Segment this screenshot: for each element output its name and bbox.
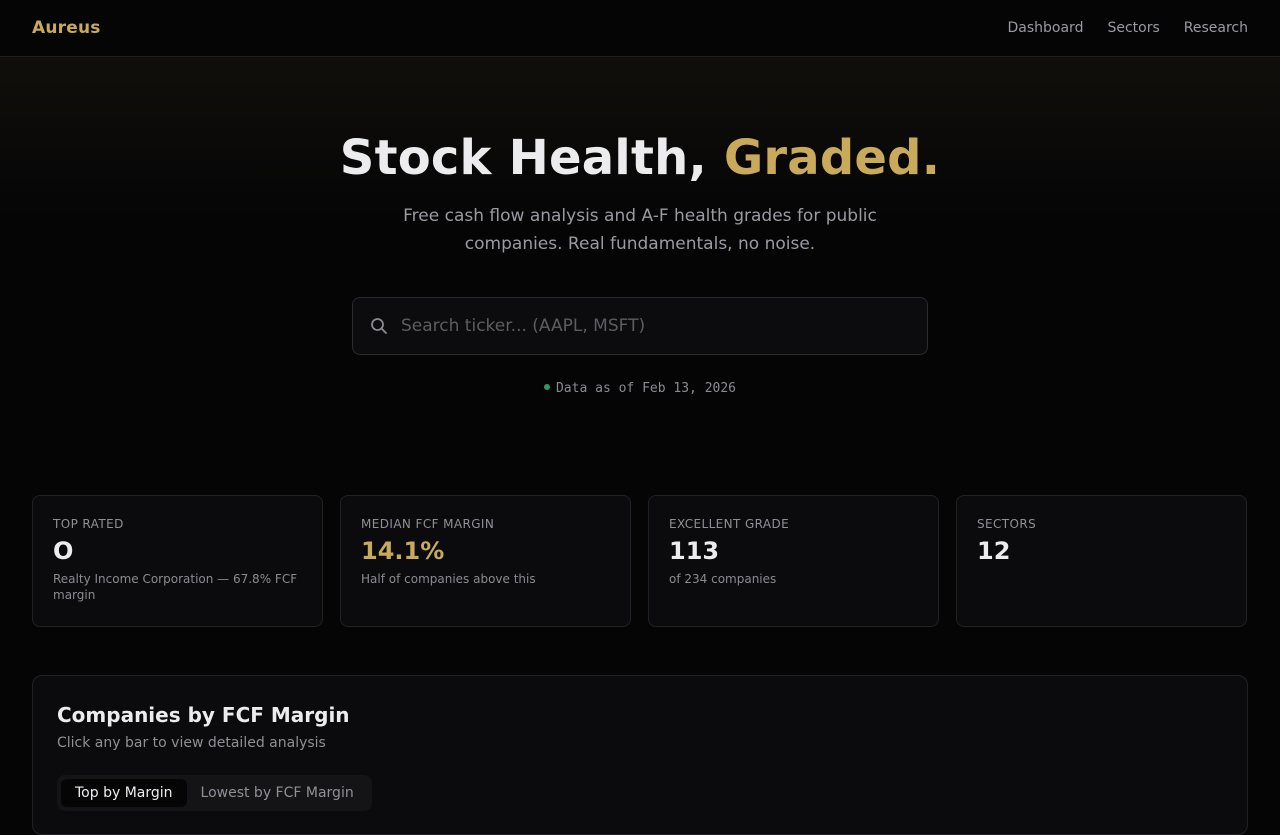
stat-label: EXCELLENT GRADE <box>669 517 790 531</box>
chart-subtitle: Click any bar to view detailed analysis <box>57 735 326 751</box>
search-icon <box>369 316 389 336</box>
hero-title-main: Stock Health, <box>339 130 724 186</box>
tab-top-by-margin[interactable]: Top by Margin <box>61 779 187 807</box>
stat-note: Realty Income Corporation — 67.8% FCF ma… <box>53 572 298 602</box>
stat-value: 12 <box>977 537 1011 565</box>
stat-card-excellent-grade: EXCELLENT GRADE 113 of 234 companies <box>648 495 939 627</box>
stat-card-sectors: SECTORS 12 <box>956 495 1247 627</box>
nav-link-dashboard[interactable]: Dashboard <box>1008 20 1084 36</box>
stat-card-median-fcf-margin: MEDIAN FCF MARGIN 14.1% Half of companie… <box>340 495 631 627</box>
hero-title: Stock Health, Graded. <box>0 130 1280 186</box>
data-as-of-text: Data as of Feb 13, 2026 <box>555 381 736 396</box>
stat-label: SECTORS <box>977 517 1037 531</box>
stat-note: of 234 companies <box>669 572 777 586</box>
ticker-search-box[interactable] <box>352 297 928 355</box>
stat-value: 113 <box>669 537 720 565</box>
chart-tabs: Top by Margin Lowest by FCF Margin <box>57 775 372 811</box>
data-freshness: Data as of Feb 13, 2026 <box>0 381 1280 396</box>
main-nav: Dashboard Sectors Research <box>1008 20 1249 36</box>
stat-value: O <box>53 537 74 565</box>
stat-label: TOP RATED <box>53 517 124 531</box>
ticker-search-input[interactable] <box>401 316 927 336</box>
status-dot-icon <box>543 383 550 390</box>
stat-value: 14.1% <box>361 537 445 565</box>
nav-link-research[interactable]: Research <box>1184 20 1248 36</box>
top-nav-bar: Aureus Dashboard Sectors Research <box>0 0 1280 57</box>
brand-logo[interactable]: Aureus <box>32 18 101 38</box>
stat-card-top-rated[interactable]: TOP RATED O Realty Income Corporation — … <box>32 495 323 627</box>
chart-title: Companies by FCF Margin <box>57 703 350 727</box>
hero-title-accent: Graded. <box>723 130 941 186</box>
nav-link-sectors[interactable]: Sectors <box>1107 20 1159 36</box>
stat-label: MEDIAN FCF MARGIN <box>361 517 495 531</box>
tab-lowest-by-fcf-margin[interactable]: Lowest by FCF Margin <box>187 779 368 807</box>
fcf-margin-chart-card: Companies by FCF Margin Click any bar to… <box>32 675 1248 835</box>
hero-subtitle: Free cash flow analysis and A-F health g… <box>403 206 877 254</box>
stat-note: Half of companies above this <box>361 572 536 586</box>
